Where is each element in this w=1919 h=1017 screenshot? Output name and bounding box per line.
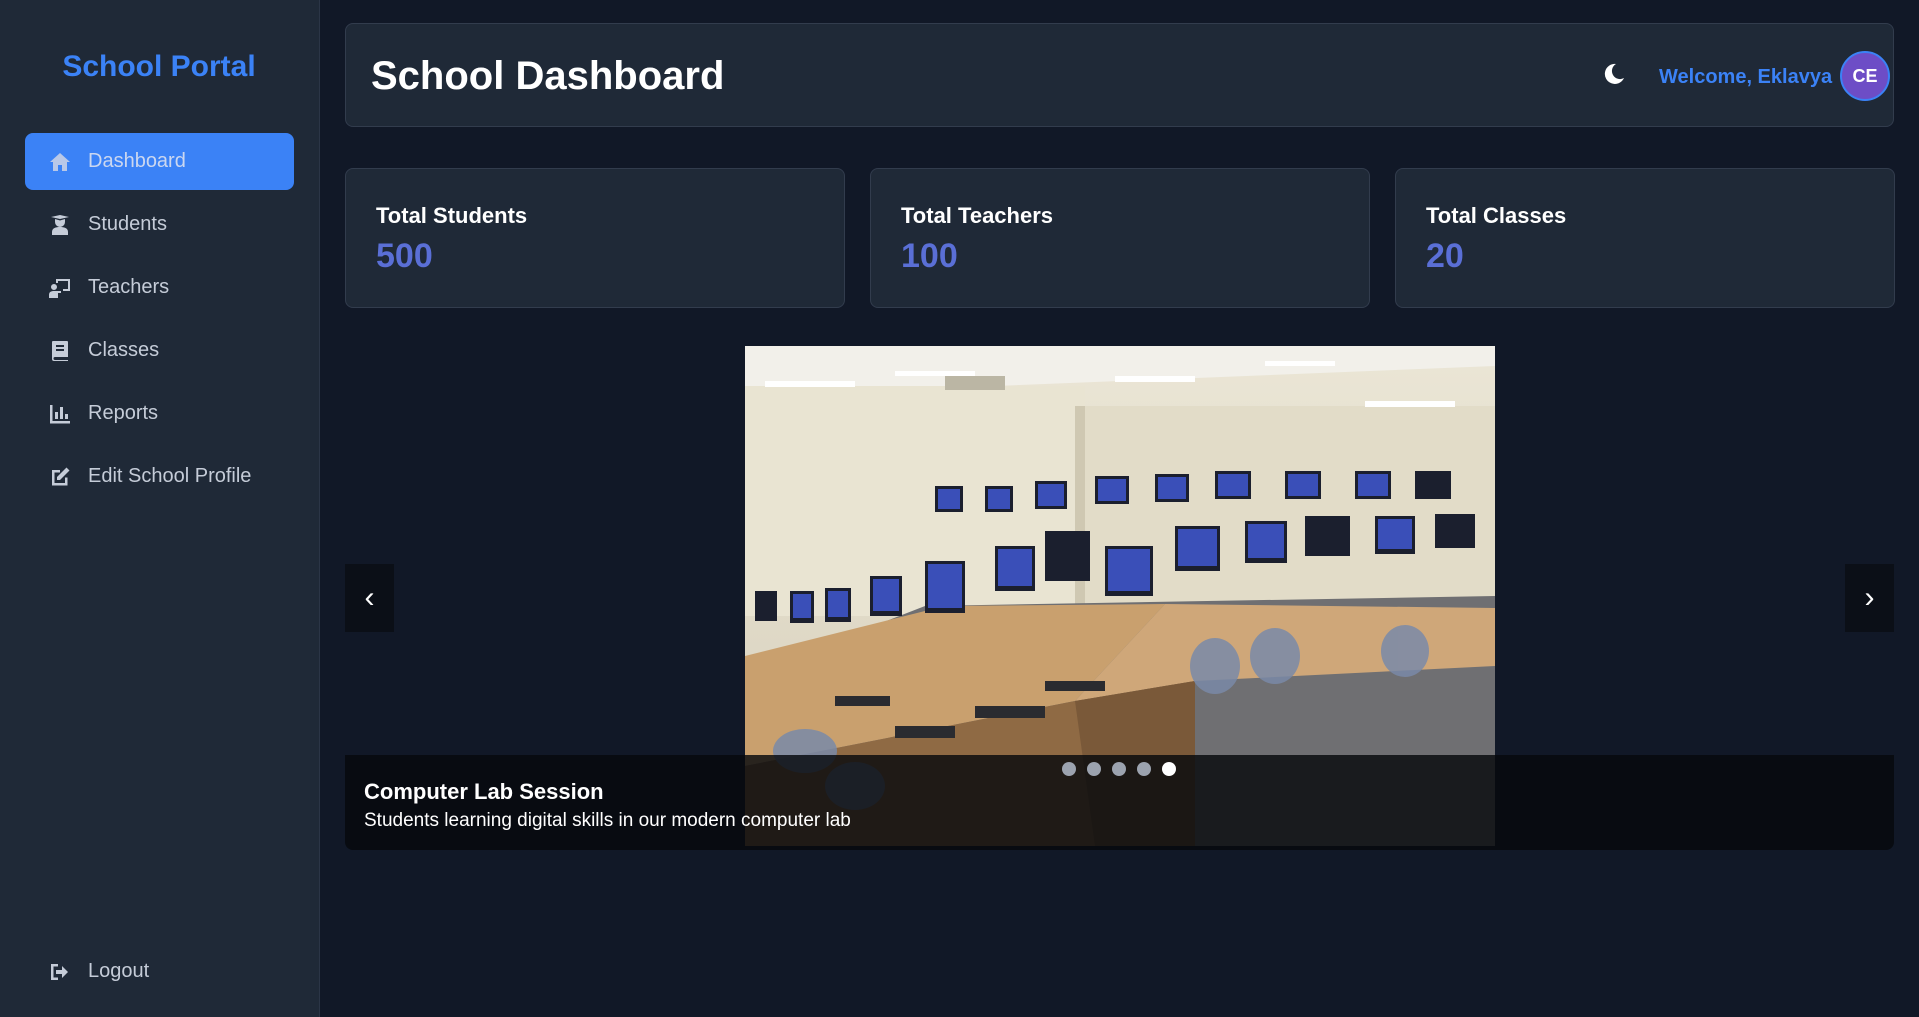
image-carousel: ‹ › Computer Lab Session Students learni…	[345, 346, 1894, 850]
edit-icon	[47, 464, 73, 490]
main-content: School Dashboard Welcome, Eklavya CE Tot…	[320, 0, 1919, 1017]
sidebar-item-label: Dashboard	[88, 150, 186, 172]
stat-label: Total Classes	[1426, 203, 1567, 228]
book-icon	[47, 338, 73, 364]
stat-card-students: Total Students 500	[345, 168, 845, 308]
header: School Dashboard Welcome, Eklavya CE	[345, 23, 1894, 127]
sidebar-item-dashboard[interactable]: Dashboard	[25, 133, 294, 190]
sidebar-item-classes[interactable]: Classes	[25, 322, 294, 379]
stat-value: 20	[1426, 237, 1464, 275]
stat-value: 500	[376, 237, 433, 275]
stat-label: Total Teachers	[901, 203, 1054, 228]
logout-icon	[47, 959, 73, 985]
carousel-next-button[interactable]: ›	[1845, 564, 1894, 632]
chart-icon	[47, 401, 73, 427]
sidebar-item-label: Reports	[88, 402, 159, 424]
sidebar-item-edit-school-profile[interactable]: Edit School Profile	[25, 448, 294, 505]
sidebar: School Portal Dashboard Students Teacher…	[0, 0, 320, 1017]
slide-description: Students learning digital skills in our …	[364, 810, 851, 831]
stat-label: Total Students	[376, 203, 528, 228]
logout-area: Logout	[25, 943, 294, 1006]
sidebar-item-label: Students	[88, 213, 167, 235]
brand-title: School Portal	[62, 50, 256, 83]
carousel-dot-3[interactable]	[1112, 762, 1126, 776]
stat-card-teachers: Total Teachers 100	[870, 168, 1370, 308]
welcome-text: Welcome, Eklavya	[1659, 66, 1833, 88]
home-icon	[47, 149, 73, 175]
stat-card-classes: Total Classes 20	[1395, 168, 1895, 308]
moon-icon[interactable]	[1602, 62, 1628, 88]
page-title: School Dashboard	[371, 54, 725, 98]
sidebar-nav: Dashboard Students Teachers Classes Repo…	[25, 133, 294, 511]
graduate-icon	[47, 212, 73, 238]
carousel-indicators	[1062, 762, 1176, 776]
carousel-dot-2[interactable]	[1087, 762, 1101, 776]
sidebar-item-label: Classes	[88, 339, 160, 361]
sidebar-item-students[interactable]: Students	[25, 196, 294, 253]
carousel-dot-4[interactable]	[1137, 762, 1151, 776]
sidebar-item-reports[interactable]: Reports	[25, 385, 294, 442]
carousel-dot-5[interactable]	[1162, 762, 1176, 776]
slide-title: Computer Lab Session	[364, 779, 604, 804]
stats-row: Total Students 500 Total Teachers 100 To…	[345, 168, 1895, 308]
sidebar-item-teachers[interactable]: Teachers	[25, 259, 294, 316]
logout-button[interactable]: Logout	[25, 943, 294, 1000]
avatar[interactable]: CE	[1840, 51, 1890, 101]
carousel-dot-1[interactable]	[1062, 762, 1076, 776]
teacher-icon	[47, 275, 73, 301]
carousel-prev-button[interactable]: ‹	[345, 564, 394, 632]
sidebar-item-label: Teachers	[88, 276, 170, 298]
sidebar-item-label: Edit School Profile	[88, 465, 252, 487]
stat-value: 100	[901, 237, 958, 275]
logout-label: Logout	[88, 960, 150, 982]
